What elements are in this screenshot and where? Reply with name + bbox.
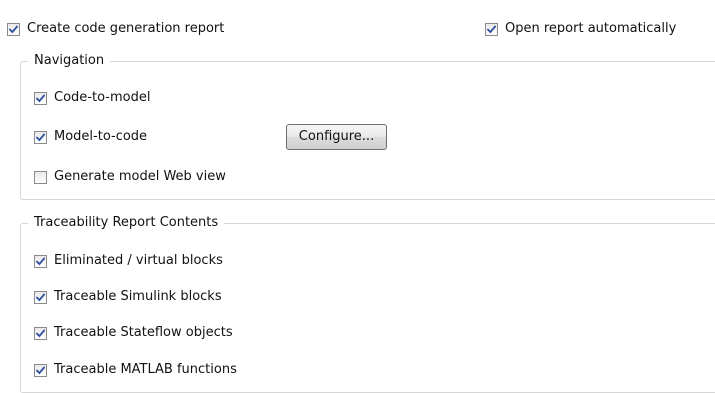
stateflow-objects-checkbox[interactable] [34, 326, 47, 340]
eliminated-blocks-option[interactable]: Eliminated / virtual blocks [34, 252, 223, 270]
model-to-code-label: Model-to-code [54, 129, 148, 144]
matlab-functions-option[interactable]: Traceable MATLAB functions [34, 361, 237, 379]
checkmark-icon [487, 24, 496, 33]
web-view-label: Generate model Web view [54, 169, 226, 184]
model-to-code-checkbox[interactable] [34, 130, 47, 144]
checkmark-icon [36, 132, 45, 141]
open-report-checkbox[interactable] [485, 22, 498, 36]
matlab-functions-checkbox[interactable] [34, 363, 47, 377]
checkmark-icon [36, 328, 45, 337]
checkmark-icon [36, 93, 45, 102]
code-to-model-option[interactable]: Code-to-model [34, 89, 150, 107]
simulink-blocks-checkbox[interactable] [34, 290, 47, 304]
checkmark-icon [9, 24, 18, 33]
create-report-label: Create code generation report [27, 21, 225, 36]
checkmark-icon [36, 292, 45, 301]
create-report-option[interactable]: Create code generation report [7, 20, 224, 38]
web-view-option[interactable]: Generate model Web view [34, 168, 226, 186]
stateflow-objects-label: Traceable Stateflow objects [54, 325, 233, 340]
configure-button[interactable]: Configure... [286, 124, 387, 150]
eliminated-blocks-label: Eliminated / virtual blocks [54, 253, 223, 268]
traceability-group-title: Traceability Report Contents [28, 214, 225, 232]
stateflow-objects-option[interactable]: Traceable Stateflow objects [34, 324, 233, 342]
code-to-model-checkbox[interactable] [34, 91, 47, 105]
open-report-option[interactable]: Open report automatically [485, 20, 676, 38]
web-view-checkbox[interactable] [34, 170, 47, 184]
checkmark-icon [36, 365, 45, 374]
simulink-blocks-label: Traceable Simulink blocks [54, 289, 222, 304]
matlab-functions-label: Traceable MATLAB functions [54, 362, 237, 377]
open-report-label: Open report automatically [505, 21, 677, 36]
navigation-group-title: Navigation [28, 52, 111, 70]
simulink-blocks-option[interactable]: Traceable Simulink blocks [34, 288, 222, 306]
eliminated-blocks-checkbox[interactable] [34, 254, 47, 268]
model-to-code-option[interactable]: Model-to-code [34, 128, 147, 146]
code-to-model-label: Code-to-model [54, 90, 151, 105]
checkmark-icon [36, 256, 45, 265]
create-report-checkbox[interactable] [7, 22, 20, 36]
